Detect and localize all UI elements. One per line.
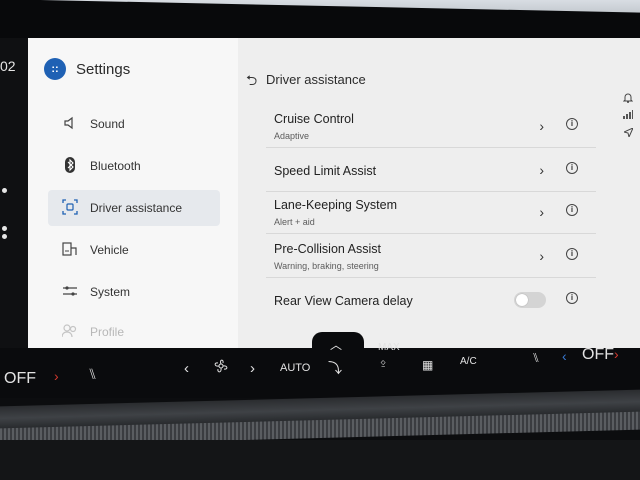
chevron-up-icon[interactable]: ︿ bbox=[330, 336, 342, 353]
system-icon bbox=[60, 284, 80, 300]
temp-up-arrow-icon[interactable]: › bbox=[614, 346, 619, 362]
climate-control-bar: ︿ OFF › ⑊ ‹ › AUTO ⤵ MAX ⍚ ▦ A/C ⑊ ‹ OFF… bbox=[0, 332, 640, 398]
row-label: Pre-Collision Assist bbox=[274, 242, 381, 256]
temp-down-arrow-icon[interactable]: ‹ bbox=[562, 348, 567, 364]
back-arrow-icon[interactable]: ⮌ bbox=[246, 70, 257, 94]
row-sublabel: Alert + aid bbox=[274, 217, 315, 227]
profile-icon bbox=[60, 323, 80, 341]
row-label: Lane-Keeping System bbox=[274, 198, 397, 212]
sidebar-item-profile[interactable]: Profile bbox=[48, 314, 220, 350]
chevron-right-icon[interactable]: › bbox=[539, 118, 544, 134]
signal-icon bbox=[622, 110, 634, 122]
row-label: Rear View Camera delay bbox=[274, 294, 413, 308]
sidebar-item-driver-assistance[interactable]: Driver assistance bbox=[48, 190, 220, 226]
fan-icon[interactable] bbox=[212, 357, 230, 378]
settings-app-icon: :: bbox=[44, 58, 66, 80]
ac-button[interactable]: A/C bbox=[460, 356, 477, 367]
sidebar-item-vehicle[interactable]: Vehicle bbox=[48, 232, 220, 268]
bluetooth-icon bbox=[60, 156, 80, 176]
info-icon[interactable]: i bbox=[566, 248, 578, 260]
settings-title: Settings bbox=[76, 61, 131, 78]
sidebar-item-sound[interactable]: Sound bbox=[48, 106, 220, 142]
chevron-right-icon[interactable]: › bbox=[539, 248, 544, 264]
settings-sidebar: :: Settings Sound Bluetooth Driver assis… bbox=[28, 38, 238, 360]
location-arrow-icon bbox=[621, 127, 634, 140]
row-label: Speed Limit Assist bbox=[274, 164, 377, 178]
sidebar-item-label: Driver assistance bbox=[90, 201, 183, 215]
auto-button[interactable]: AUTO bbox=[280, 362, 310, 374]
driver-assistance-panel: ⮌ Driver assistance Cruise Control Adapt… bbox=[238, 38, 640, 360]
edge-partial-text: 02 bbox=[0, 58, 16, 74]
info-icon[interactable]: i bbox=[566, 204, 578, 216]
speaker-icon bbox=[60, 116, 80, 133]
fan-up-arrow-icon[interactable]: › bbox=[250, 360, 255, 377]
row-sublabel: Adaptive bbox=[274, 131, 310, 141]
rear-camera-delay-toggle[interactable] bbox=[514, 292, 546, 308]
edge-dot-icon bbox=[2, 226, 7, 231]
rear-defrost-icon[interactable]: ▦ bbox=[422, 358, 433, 372]
setting-row-lane-keeping-system[interactable]: Lane-Keeping System Alert + aid › i bbox=[266, 192, 596, 234]
info-icon[interactable]: i bbox=[566, 162, 578, 174]
sidebar-item-label: Profile bbox=[90, 325, 125, 339]
heated-seat-icon[interactable]: ⑊ bbox=[88, 366, 97, 383]
chevron-right-icon[interactable]: › bbox=[539, 204, 544, 220]
vehicle-icon bbox=[60, 241, 80, 259]
edge-dot-icon bbox=[2, 188, 7, 193]
bell-icon bbox=[622, 92, 634, 106]
info-icon[interactable]: i bbox=[566, 118, 578, 130]
chevron-right-icon[interactable]: › bbox=[539, 162, 544, 178]
sidebar-item-label: System bbox=[90, 285, 131, 299]
setting-row-rear-view-camera-delay[interactable]: Rear View Camera delay i bbox=[266, 280, 596, 322]
edge-dot-icon bbox=[2, 234, 7, 239]
row-sublabel: Warning, braking, steering bbox=[274, 261, 379, 271]
sidebar-item-system[interactable]: System bbox=[48, 274, 220, 310]
row-label: Cruise Control bbox=[274, 112, 354, 126]
previous-panel-edge: 02 bbox=[0, 38, 28, 360]
infotainment-screen: 02 :: Settings Sound Bluetooth Driver as… bbox=[0, 38, 640, 360]
sidebar-item-bluetooth[interactable]: Bluetooth bbox=[48, 148, 220, 184]
sidebar-item-label: Sound bbox=[90, 117, 125, 131]
max-defrost-label[interactable]: MAX bbox=[378, 342, 400, 353]
toggle-knob bbox=[516, 294, 528, 306]
passenger-seat-icon[interactable]: ⑊ bbox=[532, 350, 540, 365]
setting-row-speed-limit-assist[interactable]: Speed Limit Assist › i bbox=[266, 150, 596, 192]
driver-assist-icon bbox=[60, 198, 80, 218]
airflow-mode-icon[interactable]: ⤵ bbox=[328, 358, 342, 378]
fan-down-arrow-icon[interactable]: ‹ bbox=[184, 360, 189, 377]
setting-row-cruise-control[interactable]: Cruise Control Adaptive › i bbox=[266, 106, 596, 148]
sidebar-item-label: Bluetooth bbox=[90, 159, 141, 173]
temp-up-arrow-icon[interactable]: › bbox=[54, 368, 59, 384]
dashboard-lower bbox=[0, 440, 640, 480]
setting-row-pre-collision-assist[interactable]: Pre-Collision Assist Warning, braking, s… bbox=[266, 236, 596, 278]
max-defrost-icon[interactable]: ⍚ bbox=[380, 354, 387, 369]
info-icon[interactable]: i bbox=[566, 292, 578, 304]
passenger-temp-off[interactable]: OFF bbox=[582, 346, 614, 364]
panel-title: Driver assistance bbox=[266, 72, 366, 87]
sidebar-item-label: Vehicle bbox=[90, 243, 129, 257]
driver-temp-off[interactable]: OFF bbox=[4, 370, 36, 388]
